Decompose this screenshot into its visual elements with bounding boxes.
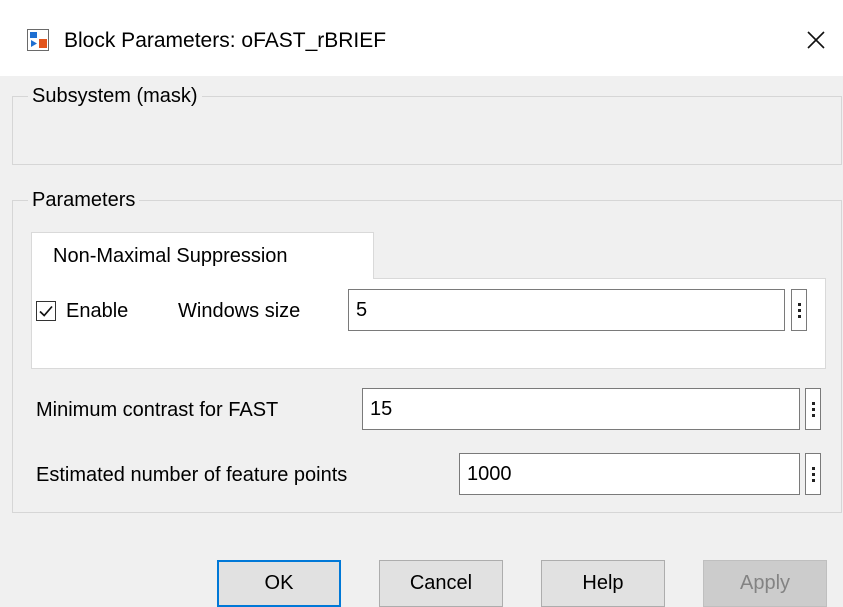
num-points-menu-button[interactable] [805, 453, 821, 495]
apply-button[interactable]: Apply [703, 560, 827, 607]
close-icon [807, 31, 825, 49]
window-title: Block Parameters: oFAST_rBRIEF [64, 29, 387, 52]
parameters-group-title: Parameters [28, 188, 140, 212]
subsystem-group-title: Subsystem (mask) [28, 84, 202, 108]
num-points-label: Estimated number of feature points [36, 464, 348, 486]
min-contrast-menu-button[interactable] [805, 388, 821, 430]
checkmark-icon [39, 305, 53, 317]
title-bar: Block Parameters: oFAST_rBRIEF [0, 0, 843, 76]
kebab-icon [797, 302, 801, 306]
tab-label: Non-Maximal Suppression [53, 245, 288, 267]
help-button[interactable]: Help [541, 560, 665, 607]
window-size-menu-button[interactable] [791, 289, 807, 331]
min-contrast-input[interactable]: 15 [362, 388, 800, 430]
cancel-button[interactable]: Cancel [379, 560, 503, 607]
simulink-block-icon [27, 29, 49, 51]
num-points-input[interactable]: 1000 [459, 453, 800, 495]
kebab-icon [811, 401, 815, 405]
enable-label[interactable]: Enable [66, 299, 128, 323]
window-size-label: Windows size [178, 300, 301, 322]
min-contrast-label: Minimum contrast for FAST [36, 399, 279, 421]
kebab-icon [811, 466, 815, 470]
ok-button[interactable]: OK [217, 560, 341, 607]
enable-checkbox[interactable] [36, 301, 56, 321]
tab-non-maximal-suppression[interactable]: Non-Maximal Suppression [31, 232, 374, 279]
close-button[interactable] [794, 18, 838, 62]
window-size-input[interactable]: 5 [348, 289, 785, 331]
